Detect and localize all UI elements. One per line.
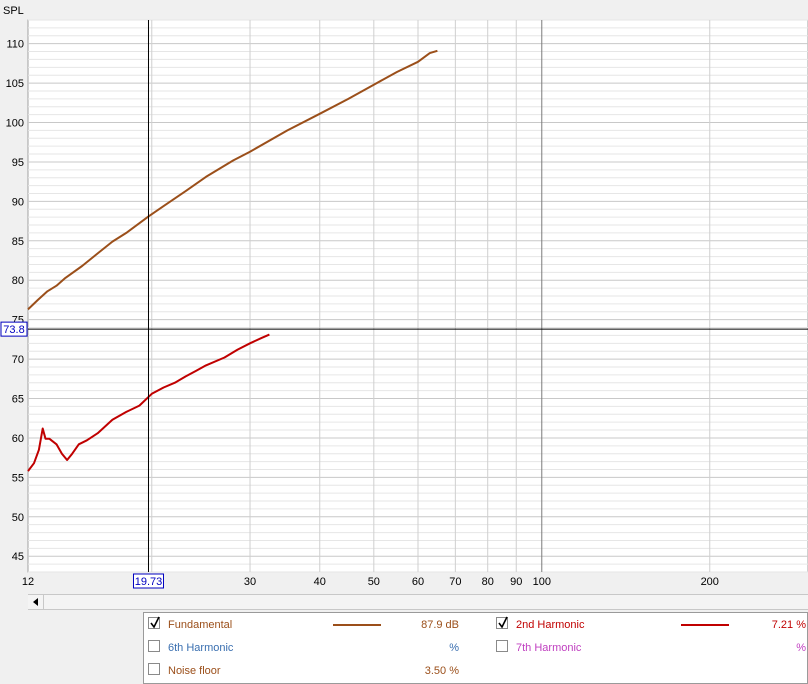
x-tick-label: 60 (412, 576, 424, 588)
fundamental-swatch (333, 624, 381, 626)
y-tick-label: 85 (12, 236, 24, 248)
y-tick-label: 90 (12, 196, 24, 208)
cursor-x-label: 19.73 (135, 576, 163, 588)
y-tick-label: 50 (12, 512, 24, 524)
legend-panel: Fundamental 87.9 dB 2nd Harmonic 7.21 % … (143, 612, 808, 684)
y-tick-label: 100 (6, 118, 24, 130)
y-tick-label: 70 (12, 354, 24, 366)
seventh-harmonic-label: 7th Harmonic (516, 642, 582, 654)
seventh-harmonic-checkbox[interactable] (496, 640, 508, 652)
y-tick-label: 60 (12, 433, 24, 445)
y-tick-label: 95 (12, 157, 24, 169)
noise-floor-label: Noise floor (168, 665, 221, 677)
y-tick-label: 65 (12, 394, 24, 406)
scroll-left-arrow-icon[interactable] (28, 595, 44, 609)
cursor-y-label: 73.8 (3, 324, 24, 336)
second-harmonic-swatch (681, 624, 729, 626)
noise-floor-checkbox[interactable] (148, 663, 160, 675)
y-tick-label: 105 (6, 78, 24, 90)
x-tick-label: 50 (368, 576, 380, 588)
noise-floor-value: 3.50 % (424, 665, 459, 677)
x-tick-label: 40 (314, 576, 326, 588)
y-tick-label: 45 (12, 551, 24, 563)
second-harmonic-label: 2nd Harmonic (516, 619, 585, 631)
y-tick-label: 55 (12, 472, 24, 484)
sixth-harmonic-value: % (449, 642, 459, 654)
x-tick-label: 30 (244, 576, 256, 588)
y-axis-label: SPL (3, 5, 24, 17)
x-tick-label: 100 (533, 576, 551, 588)
second-harmonic-value: 7.21 % (771, 619, 806, 631)
fundamental-label: Fundamental (168, 619, 233, 631)
horizontal-scrollbar[interactable] (28, 594, 808, 610)
x-tick-label: 200 (701, 576, 719, 588)
x-tick-label: 70 (449, 576, 461, 588)
fundamental-value: 87.9 dB (421, 619, 459, 631)
x-tick-label: 90 (510, 576, 522, 588)
x-tick-label: 12 (22, 576, 34, 588)
sixth-harmonic-label: 6th Harmonic (168, 642, 234, 654)
second-harmonic-checkbox[interactable] (496, 616, 508, 629)
sixth-harmonic-checkbox[interactable] (148, 640, 160, 652)
y-tick-label: 110 (6, 39, 24, 51)
x-tick-label: 80 (482, 576, 494, 588)
fundamental-checkbox[interactable] (148, 616, 160, 629)
y-tick-label: 80 (12, 275, 24, 287)
spl-chart: 4550556065707580859095100105110SPL12 30 40… (0, 5, 808, 589)
seventh-harmonic-value: % (796, 642, 806, 654)
